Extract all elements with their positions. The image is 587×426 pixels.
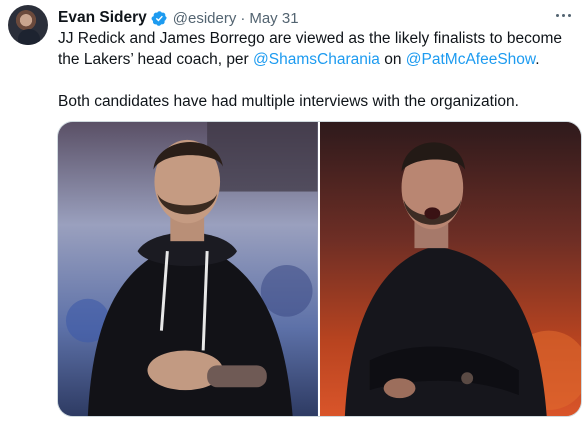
author-handle[interactable]: @esidery [173,10,237,27]
tweet-media[interactable] [57,121,582,417]
tweet-card[interactable]: Evan Sidery @esidery · May 31 JJ Redick … [0,0,587,426]
tweet-paragraph-1: JJ Redick and James Borrego are viewed a… [58,28,578,70]
tweet-text-segment: on [379,51,406,68]
mention-shams[interactable]: @ShamsCharania [253,51,380,68]
tweet-header: Evan Sidery @esidery · May 31 [58,8,299,28]
photo-redick[interactable] [58,122,318,416]
author-name[interactable]: Evan Sidery [58,9,147,27]
photo-redick-illustration [58,122,318,416]
more-options-icon[interactable] [551,6,575,24]
tweet-text: JJ Redick and James Borrego are viewed a… [58,28,578,112]
author-avatar[interactable] [8,5,48,45]
verified-badge-icon [151,10,168,27]
mention-mcafee[interactable]: @PatMcAfeeShow [406,51,535,68]
tweet-paragraph-2: Both candidates have had multiple interv… [58,93,519,110]
separator-dot: · [240,9,246,27]
photo-borrego[interactable] [319,122,581,416]
tweet-date[interactable]: May 31 [249,10,298,27]
photo-borrego-illustration [319,122,581,416]
tweet-text-segment: . [535,51,540,68]
